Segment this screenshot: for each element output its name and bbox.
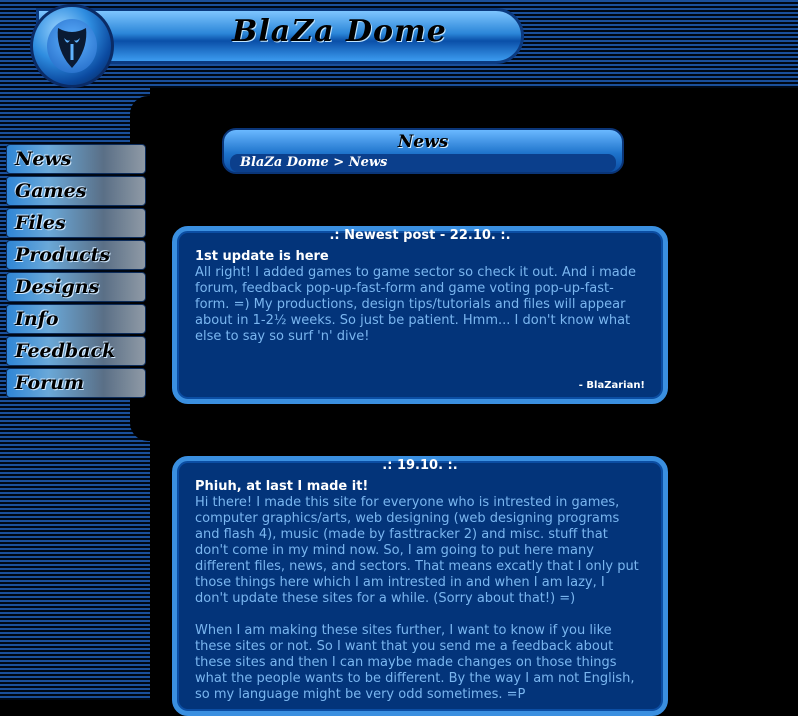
nav-games-button[interactable]: Games bbox=[6, 176, 146, 206]
post-paragraph: Hi there! I made this site for everyone … bbox=[195, 495, 639, 606]
post-paragraph: All right! I added games to game sector … bbox=[195, 265, 636, 344]
news-post: .: 19.10. :. Phiuh, at last I made it! H… bbox=[172, 456, 668, 716]
post-signature: - BlaZarian! bbox=[578, 380, 645, 391]
site-title: BlaZa Dome bbox=[232, 14, 447, 49]
post-header: .: Newest post - 22.10. :. bbox=[329, 228, 511, 243]
logo-emblem[interactable] bbox=[30, 4, 114, 88]
main-nav: News Games Files Products Designs Info F… bbox=[6, 144, 146, 400]
post-body: 1st update is here All right! I added ga… bbox=[195, 249, 641, 345]
section-title: News bbox=[397, 132, 449, 152]
news-post: .: Newest post - 22.10. :. 1st update is… bbox=[172, 226, 668, 404]
post-body: Phiuh, at last I made it! Hi there! I ma… bbox=[195, 479, 641, 703]
breadcrumb: BlaZa Dome > News bbox=[240, 155, 388, 170]
nav-designs-button[interactable]: Designs bbox=[6, 272, 146, 302]
mask-emblem-icon bbox=[57, 28, 87, 68]
breadcrumb-bar: BlaZa Dome > News bbox=[230, 154, 616, 172]
post-title: 1st update is here bbox=[195, 249, 329, 264]
post-paragraph: When I am making these sites further, I … bbox=[195, 623, 635, 702]
breadcrumb-panel: News BlaZa Dome > News bbox=[222, 128, 624, 174]
nav-info-button[interactable]: Info bbox=[6, 304, 146, 334]
post-header: .: 19.10. :. bbox=[382, 458, 458, 473]
nav-feedback-button[interactable]: Feedback bbox=[6, 336, 146, 366]
nav-news-button[interactable]: News bbox=[6, 144, 146, 174]
post-title: Phiuh, at last I made it! bbox=[195, 479, 369, 494]
nav-forum-button[interactable]: Forum bbox=[6, 368, 146, 398]
nav-products-button[interactable]: Products bbox=[6, 240, 146, 270]
nav-files-button[interactable]: Files bbox=[6, 208, 146, 238]
